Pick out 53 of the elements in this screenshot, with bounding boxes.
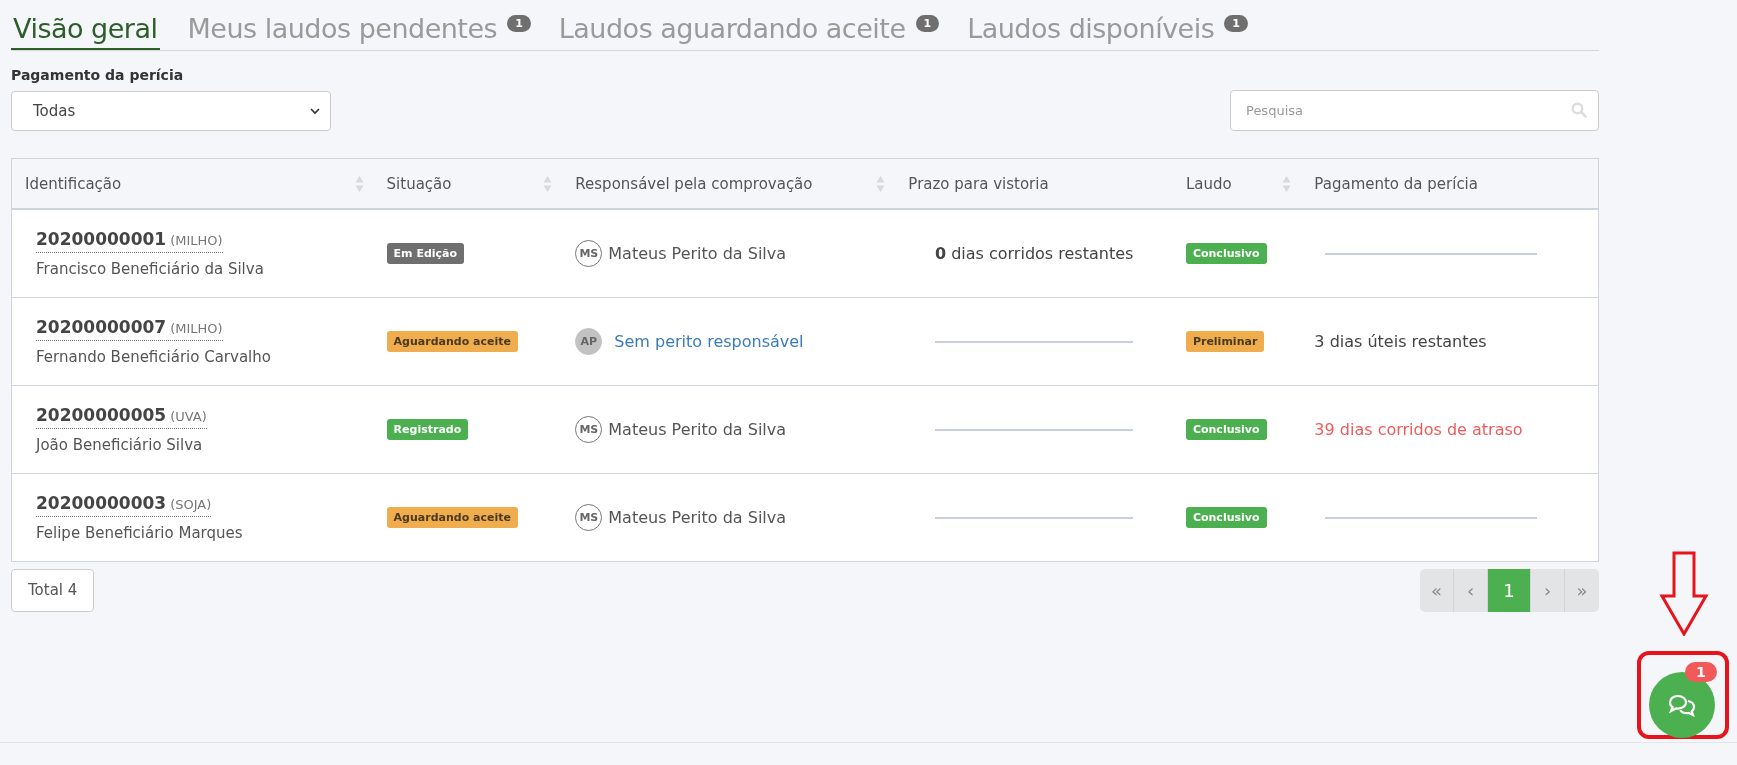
column-header[interactable]: Situação [373,159,563,208]
responsible-name[interactable]: Sem perito responsável [614,332,804,351]
search-icon [1571,102,1587,118]
sort-icon[interactable] [543,174,553,193]
payment-deadline-text: 3 dias úteis restantes [1314,332,1487,351]
beneficiary-name: Francisco Beneficiário da Silva [36,260,264,278]
column-header[interactable]: Laudo [1172,159,1302,208]
sort-icon[interactable] [876,174,886,193]
column-header[interactable]: Responsável pela comprovação [562,159,896,208]
beneficiary-name: Fernando Beneficiário Carvalho [36,348,271,366]
record-id[interactable]: 20200000005 [36,405,167,425]
record-id[interactable]: 20200000003 [36,493,167,513]
status-badge: Aguardando aceite [386,331,518,352]
initials-avatar: MS [575,240,603,267]
responsible-name: Mateus Perito da Silva [608,508,787,527]
chevron-down-icon [310,107,320,115]
payment-dropdown[interactable]: Todas [11,91,331,131]
status-badge: Registrado [386,419,469,440]
responsible-name: Mateus Perito da Silva [608,420,787,439]
report-badge: Conclusivo [1185,419,1267,440]
crop-label: (SOJA) [170,497,212,512]
filter-label: Pagamento da perícia [11,67,185,83]
column-header[interactable]: Pagamento da perícia [1301,159,1598,208]
count-badge: 1 [507,15,531,32]
search-field[interactable]: Pesquisa [1230,90,1599,131]
record-id[interactable]: 20200000001 [36,229,167,249]
column-header[interactable]: Prazo para vistoria [895,159,1173,208]
tab[interactable]: Visão geral [11,13,160,50]
sort-icon[interactable] [354,174,364,193]
report-badge: Conclusivo [1185,507,1267,528]
report-badge: Preliminar [1185,331,1265,352]
chat-bubbles-icon [1667,693,1697,717]
crop-label: (MILHO) [170,321,223,336]
payment-deadline-text: 39 dias corridos de atraso [1314,420,1523,439]
deadline-text: 0 dias corridos restantes [934,244,1134,263]
initials-avatar: AP [575,328,603,355]
status-badge: Aguardando aceite [386,507,518,528]
responsible-name: Mateus Perito da Silva [608,244,787,263]
status-badge: Em Edição [386,243,465,264]
sort-icon[interactable] [1282,174,1292,193]
count-badge: 1 [915,15,940,32]
total-count: Total 4 [11,569,95,612]
crop-label: (UVA) [170,409,207,424]
count-badge: 1 [1224,15,1248,32]
beneficiary-name: Felipe Beneficiário Marques [36,524,243,542]
notification-badge: 1 [1685,662,1717,682]
initials-avatar: MS [575,416,603,443]
crop-label: (MILHO) [170,233,223,248]
initials-avatar: MS [575,504,603,531]
column-header[interactable]: Identificação [12,159,374,208]
record-id[interactable]: 20200000007 [36,317,167,337]
report-badge: Conclusivo [1185,243,1267,264]
beneficiary-name: João Beneficiário Silva [36,436,203,454]
